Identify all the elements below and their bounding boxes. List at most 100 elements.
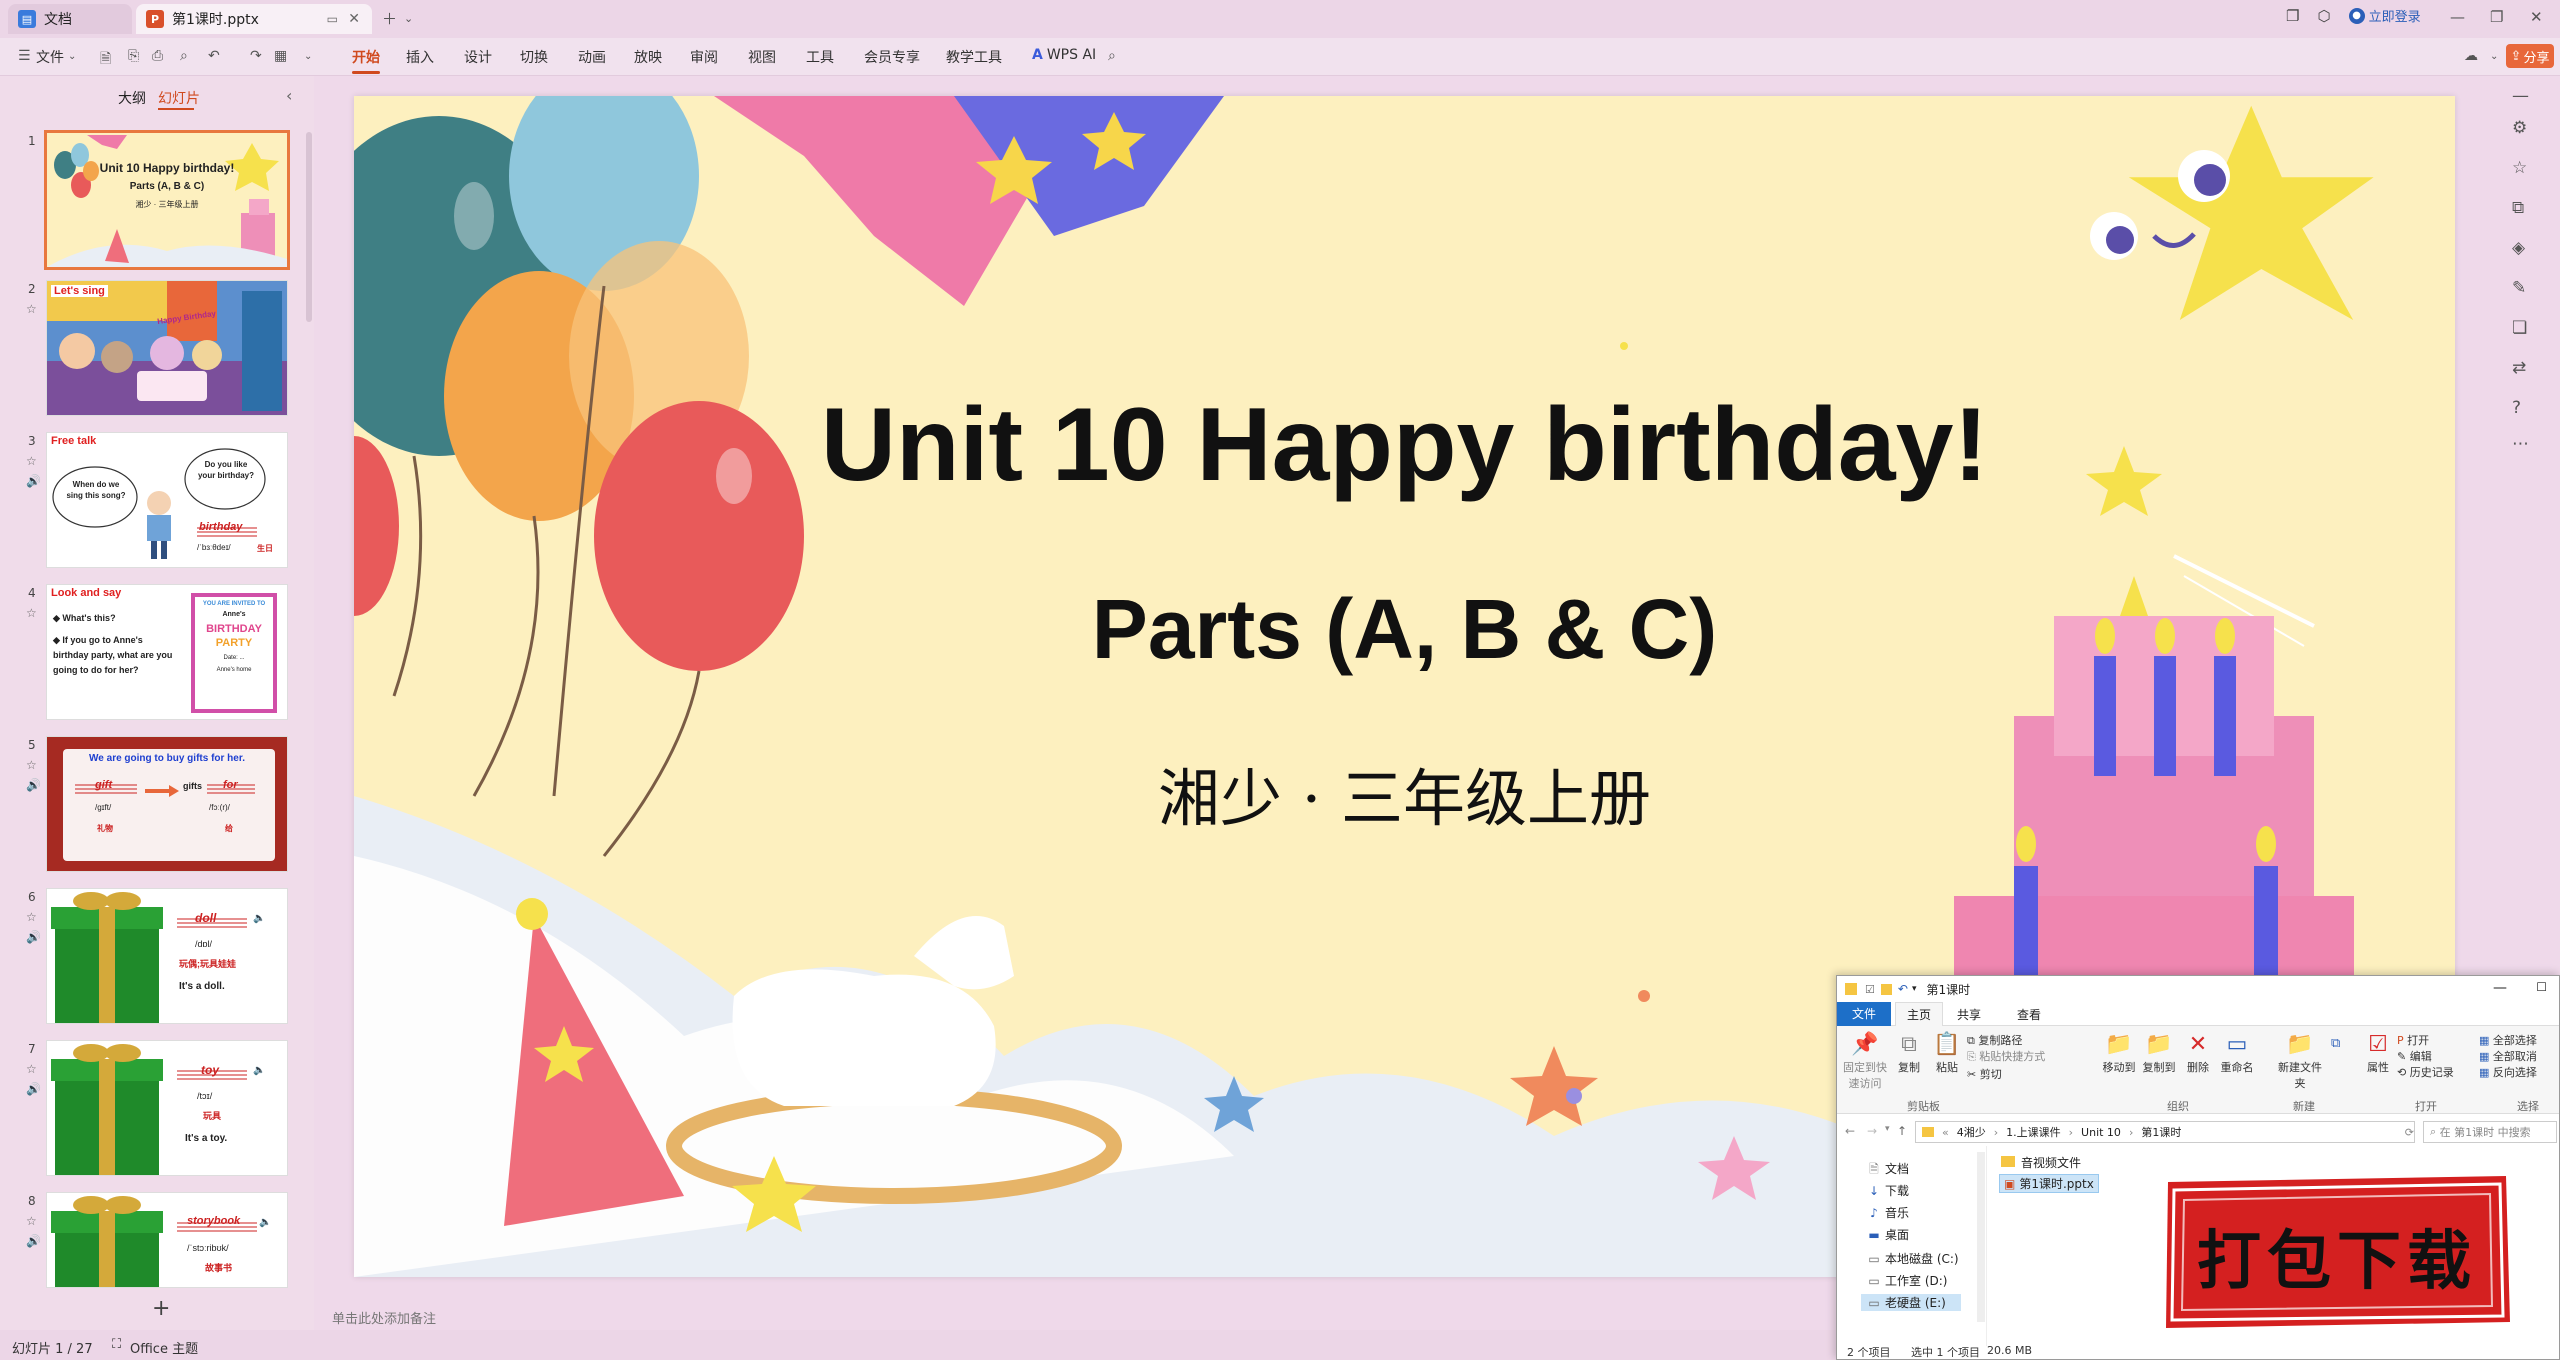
select-all-button[interactable]: ▦ 全部选择	[2479, 1032, 2537, 1048]
wps-ai-button[interactable]: A WPS AI	[1032, 47, 1096, 63]
star-icon[interactable]: ☆	[26, 454, 37, 468]
close-window-icon[interactable]: ✕	[2530, 8, 2543, 26]
cloud-sync-icon[interactable]: ☁	[2464, 48, 2478, 64]
format-painter-icon[interactable]: ▦	[274, 48, 287, 64]
nav-drive-c[interactable]: ▭ 本地磁盘 (C:)	[1867, 1250, 1958, 1267]
star-icon[interactable]: ☆	[26, 910, 37, 924]
search-icon[interactable]: ⌕	[1108, 48, 1116, 64]
panel-scrollbar[interactable]	[306, 132, 312, 322]
delete-button[interactable]: ✕ 删除	[2181, 1032, 2215, 1075]
rename-button[interactable]: ▭ 重命名	[2217, 1032, 2257, 1075]
explorer-tab-view[interactable]: 查看	[2017, 1006, 2041, 1023]
ribbon-tab-view[interactable]: 视图	[748, 47, 776, 67]
collapse-panel-icon[interactable]: ‹	[286, 86, 292, 105]
ribbon-tab-transition[interactable]: 切换	[520, 47, 548, 67]
paste-shortcut-button[interactable]: ⎘ 粘贴快捷方式	[1967, 1048, 2045, 1064]
monitor-icon[interactable]: ▭	[327, 12, 338, 26]
ribbon-tab-home[interactable]: 开始	[352, 47, 380, 74]
login-button[interactable]: ● 立即登录	[2348, 6, 2421, 25]
download-package-button[interactable]: 打包下载	[2160, 1172, 2514, 1332]
nav-downloads[interactable]: ↓ 下载	[1867, 1182, 1909, 1199]
pin-quick-access-button[interactable]: 📌 固定到快速访问	[1841, 1032, 1889, 1091]
copy-path-button[interactable]: ⧉ 复制路径	[1967, 1032, 2022, 1048]
ribbon-tab-animation[interactable]: 动画	[578, 47, 606, 67]
move-to-button[interactable]: 📁 移动到	[2099, 1032, 2139, 1075]
menu-icon[interactable]: ☰	[18, 48, 31, 64]
chevron-down-icon[interactable]: ⌄	[68, 51, 76, 62]
ribbon-tab-teaching[interactable]: 教学工具	[946, 47, 1002, 67]
nav-drive-e[interactable]: ▭ 老硬盘 (E:)	[1861, 1294, 1961, 1311]
recent-dropdown-icon[interactable]: ▾	[1885, 1124, 1890, 1134]
explorer-tab-home[interactable]: 主页	[1895, 1002, 1943, 1026]
ribbon-tab-member[interactable]: 会员专享	[864, 47, 920, 67]
preview-icon[interactable]: ⌕	[180, 48, 188, 64]
select-none-button[interactable]: ▦ 全部取消	[2479, 1048, 2537, 1064]
explorer-tab-file[interactable]: 文件	[1837, 1002, 1891, 1026]
nav-drive-d[interactable]: ▭ 工作室 (D:)	[1867, 1272, 1947, 1289]
chevron-down-icon[interactable]: ⌄	[404, 12, 413, 25]
ribbon-tab-slideshow[interactable]: 放映	[634, 47, 662, 67]
qa-dropdown-icon[interactable]: ▾	[1912, 984, 1917, 994]
tab-documents[interactable]: ▤ 文档	[8, 4, 132, 34]
layout-icon[interactable]: ❐	[2286, 7, 2299, 25]
qa-check-icon[interactable]: ☑	[1865, 983, 1875, 996]
slide-thumbnail-3[interactable]: Free talk When do we sing this song? Do …	[46, 432, 288, 568]
qa-folder-icon[interactable]	[1880, 983, 1892, 995]
ribbon-tab-review[interactable]: 审阅	[690, 47, 718, 67]
maximize-icon[interactable]: ☐	[2536, 980, 2547, 994]
star-icon[interactable]: ☆	[26, 302, 37, 316]
close-tab-icon[interactable]: ✕	[348, 11, 360, 27]
translate-icon[interactable]: ⇄	[2512, 358, 2526, 378]
copy-icon[interactable]: ⧉	[2512, 198, 2524, 218]
slide-subtitle[interactable]: Parts (A, B & C)	[354, 581, 2455, 678]
up-icon[interactable]: ↑	[1897, 1124, 1907, 1138]
open-button[interactable]: P 打开	[2397, 1032, 2429, 1048]
nav-music[interactable]: ♪ 音乐	[1867, 1204, 1909, 1221]
back-icon[interactable]: ←	[1845, 1124, 1855, 1138]
print-icon[interactable]: ⎙	[152, 48, 163, 64]
audio-icon[interactable]: 🔊	[26, 1234, 41, 1248]
edit-button[interactable]: ✎ 编辑	[2397, 1048, 2432, 1064]
adjust-icon[interactable]: ⚙	[2512, 118, 2527, 138]
maximize-icon[interactable]: ❐	[2490, 8, 2503, 26]
book-icon[interactable]: ❏	[2512, 318, 2527, 338]
nav-desktop[interactable]: ▬ 桌面	[1867, 1226, 1909, 1243]
tab-slides[interactable]: 幻灯片	[158, 88, 200, 108]
file-item[interactable]: 音视频文件	[2001, 1154, 2081, 1171]
cut-button[interactable]: ✂ 剪切	[1967, 1066, 2002, 1082]
file-item[interactable]: ▣ 第1课时.pptx	[1999, 1174, 2099, 1193]
slide-thumbnail-4[interactable]: Look and say ◆ What's this? ◆ If you go …	[46, 584, 288, 720]
tab-outline[interactable]: 大纲	[118, 88, 146, 108]
style-icon[interactable]: ◈	[2512, 238, 2525, 258]
properties-button[interactable]: ☑ 属性	[2361, 1032, 2395, 1075]
history-button[interactable]: ⟲ 历史记录	[2397, 1064, 2454, 1080]
star-icon[interactable]: ☆	[2512, 158, 2527, 178]
slide-thumbnail-8[interactable]: storybook 🔈 /ˈstɔːribʊk/ 故事书	[46, 1192, 288, 1288]
theme-name[interactable]: Office 主题	[130, 1338, 198, 1357]
slide-title[interactable]: Unit 10 Happy birthday!	[354, 386, 2455, 505]
chevron-down-icon[interactable]: ⌄	[2490, 51, 2498, 62]
cube-icon[interactable]: ⬡	[2317, 7, 2330, 25]
explorer-tab-share[interactable]: 共享	[1957, 1006, 1981, 1023]
audio-icon[interactable]: 🔊	[26, 474, 41, 488]
copy-button[interactable]: ⧉ 复制	[1891, 1032, 1927, 1075]
undo-icon[interactable]: ↶	[208, 48, 220, 64]
new-tab-icon[interactable]: ＋	[382, 8, 397, 29]
magic-icon[interactable]: ✎	[2512, 278, 2526, 298]
minimize-icon[interactable]: —	[2450, 8, 2465, 26]
qa-undo-icon[interactable]: ↶	[1898, 982, 1908, 996]
star-icon[interactable]: ☆	[26, 1214, 37, 1228]
ribbon-tab-design[interactable]: 设计	[464, 47, 492, 67]
collapse-icon[interactable]: —	[2512, 86, 2529, 106]
forward-icon[interactable]: →	[1867, 1124, 1877, 1138]
search-box[interactable]: ⌕ 在 第1课时 中搜索	[2423, 1121, 2557, 1143]
slide-grade[interactable]: 湘少 · 三年级上册	[354, 748, 2455, 838]
slide-thumbnail-6[interactable]: doll 🔈 /dɒl/ 玩偶;玩具娃娃 It's a doll.	[46, 888, 288, 1024]
more-icon[interactable]: ⋯	[2512, 434, 2529, 454]
tab-presentation[interactable]: P 第1课时.pptx ▭ ✕	[136, 4, 372, 34]
address-bar[interactable]: « 4湘少 › 1.上课课件 › Unit 10 › 第1课时 ⟳	[1915, 1121, 2415, 1143]
help-icon[interactable]: ?	[2512, 398, 2521, 418]
save-icon[interactable]: 🗎	[100, 48, 111, 72]
paste-button[interactable]: 📋 粘贴	[1929, 1032, 1965, 1075]
more-icon[interactable]: ⌄	[304, 51, 312, 62]
